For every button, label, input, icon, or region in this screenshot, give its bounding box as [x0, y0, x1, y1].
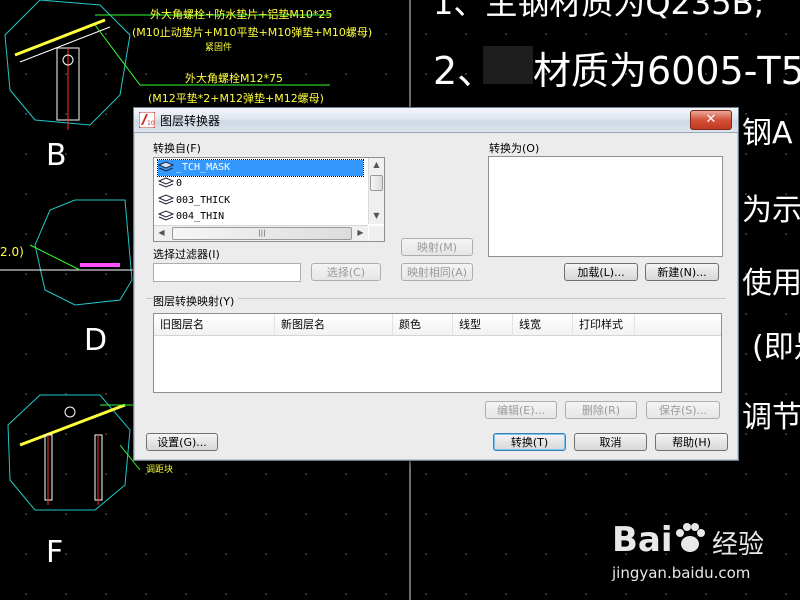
list-horizontal-scrollbar[interactable]: ◀ ||| ▶ — [154, 225, 368, 241]
layer-item[interactable]: _TCH_MASK — [157, 159, 364, 177]
scroll-corner — [369, 226, 384, 241]
save-button[interactable]: 保存(S)... — [646, 401, 720, 419]
cad-note-line: 为示意 — [742, 193, 800, 228]
layer-item[interactable]: 0 — [157, 176, 363, 192]
dialog-titlebar[interactable]: 10 图层转换器 ✕ — [134, 108, 738, 133]
list-vertical-scrollbar[interactable]: ▲ ▼ — [368, 158, 384, 224]
delete-button[interactable]: 删除(R) — [565, 401, 637, 419]
scroll-up-icon[interactable]: ▲ — [369, 158, 384, 173]
layer-stack-icon — [157, 161, 175, 173]
baidu-watermark: Bai 经验 jingyan.baidu.com — [612, 520, 792, 595]
mapping-table[interactable]: 旧图层名 新图层名 颜色 线型 线宽 打印样式 — [153, 313, 722, 393]
layer-stack-icon — [157, 177, 175, 189]
column-header-lineweight[interactable]: 线宽 — [513, 314, 573, 336]
cad-note-line: 使用长 — [742, 266, 800, 301]
cad-annotation: (M12平垫*2+M12弹垫+M12螺母) — [148, 92, 324, 105]
layer-item[interactable]: 003_THICK — [157, 193, 363, 209]
filter-label: 选择过滤器(I) — [153, 248, 220, 261]
cad-annotation: 外大角螺栓+防水垫片+铝垫M10*25 — [150, 8, 333, 21]
scroll-right-icon[interactable]: ▶ — [353, 226, 368, 241]
convert-from-list[interactable]: _TCH_MASK 0 003_THICK 004_THIN ▲ ▼ ◀ |||… — [153, 157, 385, 242]
cad-annotation: 2.0) — [0, 245, 24, 259]
cad-annotation: (M10止动垫片+M10平垫+M10弹垫+M10螺母) — [132, 26, 373, 39]
dialog-title: 图层转换器 — [160, 114, 221, 128]
cad-note-line: (即是 — [752, 330, 800, 365]
column-header-color[interactable]: 颜色 — [393, 314, 453, 336]
layer-item[interactable]: 004_THIN — [157, 209, 363, 225]
watermark-url: jingyan.baidu.com — [612, 564, 751, 582]
scroll-left-icon[interactable]: ◀ — [154, 226, 169, 241]
section-label-b: B — [46, 138, 67, 173]
scroll-thumb-horizontal[interactable]: ||| — [172, 227, 352, 240]
layer-name: 004_THIN — [176, 211, 225, 222]
cad-note-line: 钢A — [742, 116, 793, 151]
close-button[interactable]: ✕ — [690, 110, 732, 130]
scroll-thumb[interactable] — [370, 175, 383, 191]
column-header-old-layer[interactable]: 旧图层名 — [154, 314, 275, 336]
cad-note-line: 1、主钢材质为Q235B; — [433, 0, 765, 22]
layer-name: 003_THICK — [176, 195, 231, 206]
column-header-linetype[interactable]: 线型 — [453, 314, 513, 336]
help-button[interactable]: 帮助(H) — [655, 433, 728, 451]
new-button[interactable]: 新建(N)... — [645, 263, 719, 281]
convert-to-list[interactable] — [488, 156, 723, 257]
cad-annotation: 外大角螺栓M12*75 — [185, 72, 283, 85]
mapping-label: 图层转换映射(Y) — [153, 293, 239, 309]
map-same-button[interactable]: 映射相同(A) — [401, 263, 473, 281]
cad-note-line: 材质为6005-T5 — [533, 49, 800, 93]
convert-button[interactable]: 转换(T) — [493, 433, 566, 451]
close-icon: ✕ — [705, 112, 717, 127]
layer-name: _TCH_MASK — [176, 162, 231, 173]
paw-icon — [672, 520, 708, 556]
svg-text:10: 10 — [147, 120, 155, 127]
convert-to-label: 转换为(O) — [489, 142, 540, 155]
cad-annotation: 紧固件 — [205, 43, 233, 53]
select-button[interactable]: 选择(C) — [311, 263, 381, 281]
column-header-filler — [635, 314, 721, 336]
section-label-d: D — [84, 323, 108, 358]
layer-translator-dialog: 10 图层转换器 ✕ 转换自(F) _TCH_MASK 0 003_THICK — [133, 107, 739, 461]
section-label-f: F — [46, 535, 64, 570]
load-button[interactable]: 加载(L)... — [564, 263, 638, 281]
watermark-brand-suffix: 经验 — [712, 530, 765, 560]
watermark-brand: Bai — [612, 520, 673, 560]
settings-button[interactable]: 设置(G)... — [146, 433, 218, 451]
layer-stack-icon — [157, 194, 175, 206]
autocad-app-icon: 10 — [138, 111, 156, 129]
filter-input[interactable] — [153, 263, 301, 282]
scroll-down-icon[interactable]: ▼ — [369, 209, 384, 224]
edit-button[interactable]: 编辑(E)... — [485, 401, 557, 419]
column-header-plot-style[interactable]: 打印样式 — [573, 314, 635, 336]
layer-name: 0 — [176, 178, 183, 189]
cad-annotation: 调距块 — [146, 465, 174, 475]
map-button[interactable]: 映射(M) — [401, 238, 473, 256]
cad-note-line: 调节, — [742, 400, 800, 435]
column-header-new-layer[interactable]: 新图层名 — [275, 314, 393, 336]
redacted-block — [483, 46, 533, 84]
layer-stack-icon — [157, 210, 175, 222]
cancel-button[interactable]: 取消 — [574, 433, 647, 451]
